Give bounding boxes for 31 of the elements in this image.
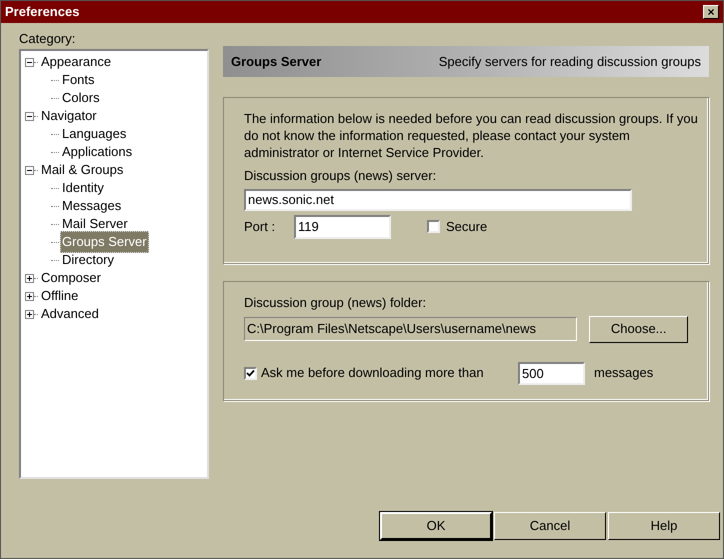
collapse-icon[interactable] [25, 166, 34, 174]
expand-icon[interactable] [25, 274, 34, 282]
dialog-button[interactable]: OK [380, 512, 492, 540]
checkmark-icon [246, 368, 255, 378]
collapse-icon[interactable] [25, 58, 34, 66]
collapse-icon[interactable] [25, 112, 34, 120]
expand-icon[interactable] [25, 310, 34, 318]
choose-button[interactable]: Choose... [589, 316, 688, 342]
folder-field: C:\Program Files\Netscape\Users\username\news [244, 317, 578, 341]
expand-icon[interactable] [25, 292, 34, 300]
section-description: Specify servers for reading discussion groups [438, 52, 701, 71]
folder-label: Discussion group (news) folder: [244, 294, 428, 312]
dialog-button[interactable]: Help [608, 512, 720, 540]
info-text: The information below is needed before you can read discussion groups. If you do not know the information requested, please contact your system administrator or Internet Service Provider. [244, 110, 699, 161]
ask-label[interactable]: Ask me before downloading more than [261, 363, 518, 383]
server-label: Discussion groups (news) server: [244, 167, 438, 185]
message-limit-field[interactable]: 500 [518, 362, 585, 384]
category-label: Category: [19, 30, 76, 47]
window-title: Preferences [5, 3, 80, 22]
category-tree[interactable]: Appearance Fonts Colors Navigator Languages Applications Mail & Groups Identity Messages Mail Server Groups Server Directory Composer Offline Advanced [19, 49, 209, 479]
secure-checkbox[interactable] [427, 220, 440, 233]
port-label: Port : [244, 218, 276, 236]
ask-checkbox[interactable] [244, 366, 257, 380]
close-button[interactable]: × [703, 5, 719, 19]
messages-label: messages [594, 364, 654, 382]
port-field[interactable]: 119 [294, 214, 391, 238]
section-title: Groups Server [231, 52, 322, 71]
tree-item[interactable]: Groups Server [60, 231, 149, 253]
dialog-button[interactable]: Cancel [494, 512, 606, 540]
server-field[interactable]: news.sonic.net [244, 188, 632, 210]
secure-label[interactable]: Secure [446, 216, 488, 236]
